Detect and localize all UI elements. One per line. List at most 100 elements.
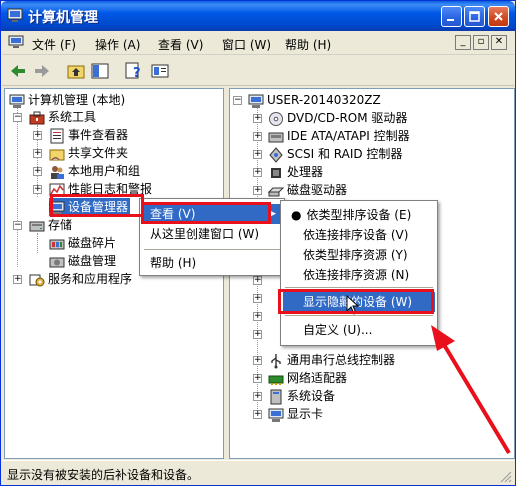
tree-root[interactable]: 计算机管理 (本地) — [9, 91, 125, 109]
tree-event-viewer[interactable]: 事件查看器 — [49, 126, 128, 144]
tree-services[interactable]: 服务和应用程序 — [29, 270, 132, 288]
expand-services[interactable]: + — [13, 275, 22, 284]
device-usb[interactable]: 通用串行总线控制器 — [268, 351, 395, 369]
back-arrow-icon[interactable] — [8, 61, 28, 81]
expand-hidden-row[interactable]: + — [253, 330, 262, 339]
system-device-icon — [270, 389, 282, 404]
sub-customize[interactable]: 自定义 (U)... — [283, 320, 372, 340]
toolbar: ? — [2, 56, 514, 86]
disk-management-icon — [49, 257, 65, 267]
menu-view[interactable]: 查看 (V) — [158, 36, 203, 53]
resize-grip-icon[interactable] — [500, 471, 512, 483]
highlight-view-item — [141, 202, 271, 224]
context-submenu-view: ● 依类型排序设备 (E) 依连接排序设备 (V) 依类型排序资源 (Y) 依连接… — [280, 200, 438, 346]
sub-by-conn-resource[interactable]: 依连接排序资源 (N) — [283, 265, 409, 285]
expand-usb[interactable]: + — [253, 356, 262, 365]
device-network[interactable]: 网络适配器 — [268, 369, 347, 387]
menu-separator — [285, 287, 433, 288]
expand-perf-logs[interactable]: + — [33, 185, 42, 194]
mdi-close-button[interactable]: ✕ — [491, 35, 507, 50]
expand-hidden-row[interactable]: + — [253, 276, 262, 285]
sub-by-type-device[interactable]: ● 依类型排序设备 (E) — [283, 205, 411, 225]
menu-separator — [285, 315, 433, 316]
expand-dvd[interactable]: + — [253, 114, 262, 123]
device-system[interactable]: 系统设备 — [268, 387, 335, 405]
toolbox-icon — [29, 111, 45, 124]
device-computer[interactable]: USER-20140320ZZ — [248, 91, 381, 109]
menu-action[interactable]: 操作 (A) — [95, 36, 140, 53]
show-hide-tree-icon[interactable] — [90, 61, 110, 81]
expand-network[interactable]: + — [253, 374, 262, 383]
highlight-show-hidden — [278, 289, 434, 314]
sub-by-type-resource[interactable]: 依类型排序资源 (Y) — [283, 245, 408, 265]
menu-window[interactable]: 窗口 (W) — [222, 36, 271, 53]
expand-display[interactable]: + — [253, 410, 262, 419]
expand-ide[interactable]: + — [253, 132, 262, 141]
minimize-button[interactable] — [441, 6, 462, 27]
device-ide[interactable]: IDE ATA/ATAPI 控制器 — [268, 127, 410, 145]
status-bar: 显示没有被安装的后补设备和设备。 — [2, 460, 514, 485]
collapse-computer[interactable]: − — [233, 96, 242, 105]
expand-system-devices[interactable]: + — [253, 392, 262, 401]
tree-storage[interactable]: 存储 — [29, 216, 72, 234]
expand-disk-drives[interactable]: + — [253, 186, 262, 195]
device-processor[interactable]: 处理器 — [268, 163, 323, 181]
expand-processor[interactable]: + — [253, 168, 262, 177]
computer-management-icon — [7, 8, 23, 22]
network-adapter-icon — [268, 375, 284, 385]
close-button[interactable] — [488, 6, 509, 27]
ctx-new-window-item[interactable]: 从这里创建窗口 (W) — [142, 224, 259, 244]
sub-by-conn-device[interactable]: 依连接排序设备 (V) — [283, 225, 408, 245]
expand-event-viewer[interactable]: + — [33, 131, 42, 140]
annotation-arrow-icon — [431, 325, 511, 455]
tree-shared-folders[interactable]: 共享文件夹 — [49, 144, 128, 162]
storage-icon — [29, 221, 45, 231]
computer-management-window: 计算机管理 文件 (F) 操作 (A) 查看 (V) 窗口 (W) 帮助 (H)… — [0, 0, 516, 486]
maximize-button[interactable] — [464, 6, 485, 27]
ide-controller-icon — [268, 132, 284, 142]
device-display[interactable]: 显示卡 — [268, 405, 323, 423]
up-folder-icon[interactable] — [66, 61, 86, 81]
properties-help-icon[interactable]: ? — [124, 61, 144, 81]
processor-icon — [271, 167, 281, 178]
computer-management-icon — [8, 35, 24, 48]
tree-local-users[interactable]: 本地用户和组 — [49, 162, 140, 180]
menu-help[interactable]: 帮助 (H) — [285, 36, 331, 53]
device-disk-drives[interactable]: 磁盘驱动器 — [268, 181, 347, 199]
collapse-storage[interactable]: − — [13, 221, 22, 230]
users-icon — [51, 165, 64, 179]
highlight-device-manager — [50, 194, 144, 217]
window-title: 计算机管理 — [28, 10, 98, 26]
computer-icon — [248, 94, 264, 108]
title-bar[interactable]: 计算机管理 — [1, 1, 515, 31]
expand-local-users[interactable]: + — [33, 167, 42, 176]
watermark-text: Bai 经验 — [441, 443, 487, 456]
menu-file[interactable]: 文件 (F) — [32, 36, 76, 53]
radio-bullet-icon: ● — [291, 208, 302, 222]
expand-hidden-row[interactable]: + — [253, 312, 262, 321]
usb-icon — [271, 353, 281, 368]
disk-drive-icon — [268, 187, 284, 196]
expand-scsi[interactable]: + — [253, 150, 262, 159]
ctx-help-item[interactable]: 帮助 (H) — [142, 253, 196, 273]
mdi-restore-button[interactable]: ▫ — [473, 35, 489, 50]
collapse-system-tools[interactable]: − — [13, 113, 22, 122]
properties-icon[interactable] — [150, 61, 170, 81]
device-scsi[interactable]: SCSI 和 RAID 控制器 — [268, 145, 402, 163]
tree-disk-management[interactable]: 磁盘管理 — [49, 252, 116, 270]
shared-folder-icon — [49, 149, 65, 160]
tree-disk-defrag[interactable]: 磁盘碎片 — [49, 234, 116, 252]
forward-arrow-icon[interactable] — [32, 61, 52, 81]
expand-hidden-row[interactable]: + — [253, 294, 262, 303]
tree-system-tools[interactable]: 系统工具 — [29, 108, 96, 126]
scsi-controller-icon — [269, 146, 283, 163]
disk-defrag-icon — [49, 239, 65, 249]
svg-text:?: ? — [133, 66, 141, 81]
expand-shared-folders[interactable]: + — [33, 149, 42, 158]
device-dvd[interactable]: DVD/CD-ROM 驱动器 — [268, 109, 407, 127]
menu-separator — [144, 249, 280, 250]
menu-bar: 文件 (F) 操作 (A) 查看 (V) 窗口 (W) 帮助 (H) _ ▫ ✕ — [2, 31, 514, 55]
computer-icon — [9, 94, 25, 108]
cd-drive-icon — [269, 111, 283, 126]
mdi-minimize-button[interactable]: _ — [455, 35, 471, 50]
